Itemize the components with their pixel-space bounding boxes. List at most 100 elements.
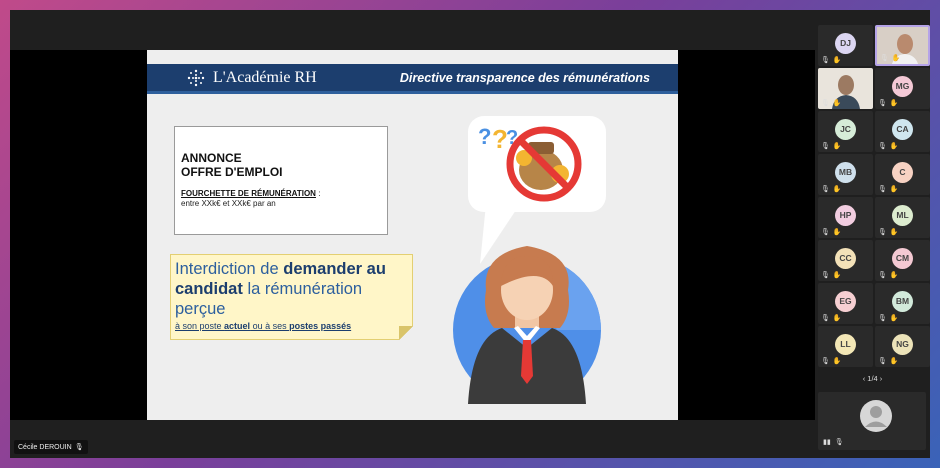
mic-icon: 🎙	[878, 186, 887, 193]
screen-share: L'Académie RH Directive transparence des…	[10, 50, 815, 420]
participant-avatar: CC	[835, 247, 856, 269]
chevron-right-icon[interactable]: ›	[878, 374, 883, 383]
mic-icon: 🎙	[878, 143, 887, 150]
raise-hand-icon: ✋	[889, 315, 899, 322]
participant-avatar: CM	[892, 247, 913, 269]
mic-icon: 🎙	[834, 439, 844, 446]
raise-hand-icon: ✋	[832, 186, 842, 193]
raise-hand-icon: ✋	[832, 358, 842, 365]
raise-hand-icon: ✋	[832, 315, 842, 322]
participant-avatar: EG	[835, 290, 856, 312]
user-placeholder-icon	[860, 400, 892, 432]
participant-tile[interactable]: LL 🎙 ✋	[818, 326, 873, 367]
salary-colon: :	[315, 189, 321, 198]
mic-icon: 🎙	[821, 57, 830, 64]
slide-header: L'Académie RH Directive transparence des…	[147, 64, 678, 94]
brand-name: L'Académie RH	[213, 68, 317, 86]
participant-avatar: BM	[892, 290, 913, 312]
note-sub2: actuel	[224, 321, 251, 331]
participant-video-tile[interactable]: 🎙 ✋	[818, 68, 873, 109]
mic-icon: 🎙	[878, 100, 887, 107]
participant-tile[interactable]: CM 🎙 ✋	[875, 240, 930, 281]
tile-status-icons: 🎙 ✋	[878, 100, 899, 107]
mic-icon: 🎙	[821, 186, 830, 193]
participant-video-tile[interactable]: 🎙 ✋	[875, 25, 930, 66]
raise-hand-icon: ✋	[832, 100, 842, 107]
job-ad-card: ANNONCE OFFRE D'EMPLOI FOURCHETTE DE RÉM…	[174, 126, 388, 235]
raise-hand-icon: ✋	[889, 272, 899, 279]
note-text: Interdiction de demander au candidat la …	[175, 259, 408, 319]
participant-avatar: DJ	[835, 32, 856, 54]
signal-icon: ▮▮	[823, 439, 831, 446]
brand-logo-icon	[187, 69, 205, 86]
salary-value: entre XXk€ et XXk€ par an	[181, 199, 276, 208]
stage: L'Académie RH Directive transparence des…	[10, 10, 815, 458]
note-sub1: à son poste	[175, 321, 225, 331]
participant-tile[interactable]: MG 🎙 ✋	[875, 68, 930, 109]
tile-status-icons: 🎙 ✋	[878, 272, 899, 279]
participant-avatar: NG	[892, 333, 913, 355]
participant-tile[interactable]: JC 🎙 ✋	[818, 111, 873, 152]
raise-hand-icon: ✋	[832, 229, 842, 236]
tile-status-icons: 🎙 ✋	[821, 358, 842, 365]
participant-tile[interactable]: C 🎙 ✋	[875, 154, 930, 195]
sticky-note: Interdiction de demander au candidat la …	[170, 254, 413, 340]
participant-tile[interactable]: DJ 🎙 ✋	[818, 25, 873, 66]
tile-status-icons: 🎙 ✋	[821, 57, 842, 64]
note-part1: Interdiction de	[175, 260, 284, 278]
mic-icon: 🎙	[880, 55, 889, 62]
brand: L'Académie RH	[187, 69, 317, 87]
raise-hand-icon: ✋	[832, 143, 842, 150]
participant-avatar: CA	[892, 118, 913, 140]
raise-hand-icon: ✋	[889, 143, 899, 150]
raise-hand-icon: ✋	[832, 272, 842, 279]
tile-status-icons: 🎙 ✋	[821, 100, 842, 107]
tile-status-icons: 🎙 ✋	[821, 143, 842, 150]
raise-hand-icon: ✋	[832, 57, 842, 64]
ad-title-line2: OFFRE D'EMPLOI	[181, 165, 283, 179]
mic-icon: 🎙	[878, 315, 887, 322]
ad-title-line1: ANNONCE	[181, 151, 242, 165]
tile-status-icons: 🎙 ✋	[821, 186, 842, 193]
participants-panel: DJ 🎙 ✋ 🎙 ✋ 🎙 ✋ MG 🎙 ✋ JC 🎙 ✋ CA 🎙 ✋ MB 🎙 ✋ C 🎙 ✋ HP 🎙 ✋ ML 🎙 ✋ CC 🎙 ✋ C…	[815, 10, 930, 458]
raise-hand-icon: ✋	[889, 186, 899, 193]
tile-status-icons: 🎙 ✋	[880, 55, 901, 62]
self-status-icons: ▮▮ 🎙	[823, 438, 844, 446]
mic-icon: 🎙	[821, 272, 830, 279]
tile-status-icons: 🎙 ✋	[821, 229, 842, 236]
participant-tile[interactable]: NG 🎙 ✋	[875, 326, 930, 367]
raise-hand-icon: ✋	[889, 100, 899, 107]
tile-status-icons: 🎙 ✋	[821, 315, 842, 322]
tile-status-icons: 🎙 ✋	[878, 229, 899, 236]
participant-tile[interactable]: EG 🎙 ✋	[818, 283, 873, 324]
participant-tile[interactable]: CA 🎙 ✋	[875, 111, 930, 152]
slide-title: Directive transparence des rémunérations	[399, 70, 650, 85]
mic-icon: 🎙	[821, 100, 830, 107]
mic-icon: 🎙	[878, 358, 887, 365]
participant-avatar: C	[892, 161, 913, 183]
raise-hand-icon: ✋	[889, 229, 899, 236]
participant-avatar: HP	[835, 204, 856, 226]
mic-icon: 🎙	[878, 272, 887, 279]
participant-avatar: LL	[835, 333, 856, 355]
tile-status-icons: 🎙 ✋	[878, 315, 899, 322]
participant-avatar: MB	[835, 161, 856, 183]
note-sub4: postes passés	[289, 321, 352, 331]
pager-label: 1/4	[867, 374, 878, 383]
presenter-name: Cécile DEROUIN	[18, 443, 72, 451]
salary-label-row: FOURCHETTE DE RÉMUNÉRATION :	[181, 189, 381, 199]
participant-tile[interactable]: CC 🎙 ✋	[818, 240, 873, 281]
participant-tile[interactable]: ML 🎙 ✋	[875, 197, 930, 238]
mic-icon: 🎙	[878, 229, 887, 236]
tile-status-icons: 🎙 ✋	[821, 272, 842, 279]
participant-tile[interactable]: BM 🎙 ✋	[875, 283, 930, 324]
salary-label: FOURCHETTE DE RÉMUNÉRATION	[181, 189, 316, 198]
tile-status-icons: 🎙 ✋	[878, 186, 899, 193]
participant-tile[interactable]: MB 🎙 ✋	[818, 154, 873, 195]
self-view-tile[interactable]: ▮▮ 🎙	[818, 392, 926, 450]
participant-tile[interactable]: HP 🎙 ✋	[818, 197, 873, 238]
note-sub3: ou à ses	[250, 321, 290, 331]
participant-pager: ‹ 1/4 ›	[815, 374, 930, 383]
participant-avatar: ML	[892, 204, 913, 226]
mic-icon: 🎙	[74, 444, 84, 451]
